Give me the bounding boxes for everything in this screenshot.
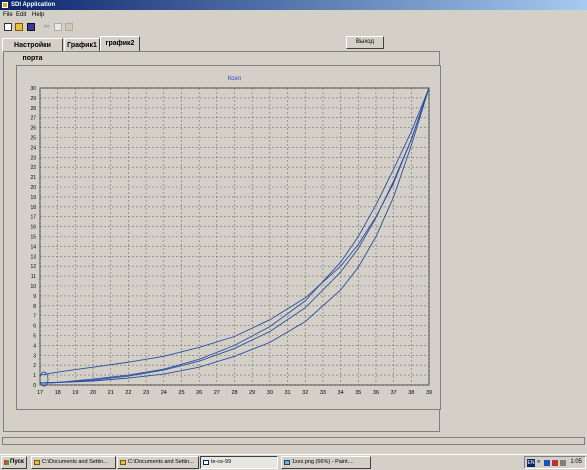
y-tick-label: 12	[30, 264, 36, 270]
y-tick-label: 14	[30, 244, 36, 250]
y-tick-label: 5	[33, 334, 36, 340]
y-tick-label: 17	[30, 215, 36, 221]
status-bar	[2, 437, 585, 445]
tray-expand-icon[interactable]: «	[537, 457, 540, 468]
y-tick-label: 9	[33, 294, 36, 300]
title-bar: SDI Application	[0, 0, 587, 10]
start-label: Пуск	[10, 459, 24, 465]
menu-edit[interactable]: Edit	[16, 10, 26, 20]
clock: 1:05	[570, 459, 582, 465]
new-icon[interactable]	[4, 23, 12, 31]
y-tick-label: 3	[33, 353, 36, 359]
paint-icon	[284, 460, 290, 465]
x-tick-label: 24	[161, 390, 167, 396]
y-tick-label: 28	[30, 106, 36, 112]
exit-button[interactable]: Выход	[346, 36, 384, 49]
language-indicator[interactable]: EN	[527, 459, 535, 467]
y-tick-label: 8	[33, 304, 36, 310]
tab-graph2[interactable]: график2	[100, 36, 140, 52]
x-tick-label: 25	[178, 390, 184, 396]
app-icon	[2, 2, 8, 8]
cut-icon[interactable]: ✂	[43, 23, 51, 31]
y-tick-label: 2	[33, 363, 36, 369]
y-tick-label: 11	[31, 274, 36, 280]
taskbar: Пуск C:\Documents and Settin... C:\Docum…	[0, 454, 587, 470]
paste-icon[interactable]	[65, 23, 73, 31]
y-tick-label: 18	[30, 205, 36, 211]
y-tick-label: 29	[30, 96, 36, 102]
x-tick-label: 38	[408, 390, 414, 396]
chart-title: Ксил	[228, 76, 242, 82]
x-tick-label: 28	[231, 390, 237, 396]
menu-file[interactable]: File	[3, 10, 13, 20]
x-tick-label: 31	[284, 390, 290, 396]
x-tick-label: 34	[338, 390, 344, 396]
open-icon[interactable]	[15, 23, 23, 31]
tab-port-settings[interactable]: Настройки порта	[2, 38, 63, 62]
x-tick-label: 21	[108, 390, 114, 396]
y-tick-label: 10	[30, 284, 36, 290]
y-tick-label: 23	[30, 155, 36, 161]
task-label: te-ce-99	[211, 459, 232, 465]
x-tick-label: 23	[143, 390, 149, 396]
y-tick-label: 0	[33, 383, 36, 389]
task-label: C:\Documents and Settin...	[128, 459, 194, 465]
task-paint[interactable]: 1ххх.png (66%) - Paint....	[281, 456, 371, 469]
toolbar: ✂	[0, 20, 587, 34]
x-tick-label: 37	[391, 390, 397, 396]
volume-icon[interactable]	[560, 460, 566, 466]
x-tick-label: 39	[426, 390, 432, 396]
task-label: 1ххх.png (66%) - Paint....	[292, 459, 354, 465]
task-label: C:\Documents and Settin...	[42, 459, 108, 465]
x-tick-label: 33	[320, 390, 326, 396]
menu-bar: File Edit Help	[0, 10, 587, 20]
task-explorer-1[interactable]: C:\Documents and Settin...	[31, 456, 116, 469]
folder-icon	[34, 460, 40, 465]
y-tick-label: 16	[30, 225, 36, 231]
folder-icon	[120, 460, 126, 465]
x-tick-label: 17	[37, 390, 43, 396]
tab-graph1[interactable]: График1	[64, 38, 100, 52]
y-tick-label: 25	[30, 136, 36, 142]
y-tick-label: 1	[33, 373, 36, 379]
x-tick-label: 22	[125, 390, 131, 396]
chart-svg: Ксил17 18 19 20 21 22 23 24 25 26 27 28 29 30 31 32 33 34…	[30, 76, 432, 396]
y-tick-label: 15	[30, 235, 36, 241]
y-tick-label: 26	[30, 126, 36, 132]
network-icon[interactable]	[544, 460, 550, 466]
x-tick-label: 27	[214, 390, 220, 396]
y-tick-label: 13	[30, 254, 36, 260]
x-tick-label: 36	[373, 390, 379, 396]
start-button[interactable]: Пуск	[1, 456, 27, 469]
x-tick-label: 29	[249, 390, 255, 396]
x-tick-label: 32	[302, 390, 308, 396]
y-tick-label: 19	[30, 195, 36, 201]
y-tick-label: 7	[33, 314, 36, 320]
copy-icon[interactable]	[54, 23, 62, 31]
x-tick-label: 30	[267, 390, 273, 396]
x-tick-label: 35	[355, 390, 361, 396]
x-tick-label: 26	[196, 390, 202, 396]
x-tick-label: 20	[90, 390, 96, 396]
task-explorer-2[interactable]: C:\Documents and Settin...	[117, 456, 199, 469]
y-tick-label: 27	[30, 116, 36, 122]
y-tick-label: 20	[30, 185, 36, 191]
system-tray: EN « 1:05	[524, 456, 586, 469]
window-title: SDI Application	[11, 2, 56, 8]
app-task-icon	[203, 460, 209, 465]
windows-flag-icon	[4, 460, 9, 465]
security-icon[interactable]	[552, 460, 558, 466]
task-app[interactable]: te-ce-99	[200, 456, 278, 469]
y-tick-label: 22	[30, 165, 36, 171]
y-tick-label: 6	[33, 324, 36, 330]
y-tick-label: 24	[30, 145, 36, 151]
menu-help[interactable]: Help	[32, 10, 44, 20]
y-tick-label: 21	[30, 175, 36, 181]
chart-frame: Ксил 17 18 19 20 21 22 23 24 25 26 27 28 29 30 31 32 33 34…	[16, 65, 441, 410]
y-tick-label: 4	[33, 343, 36, 349]
x-tick-label: 18	[55, 390, 61, 396]
save-icon[interactable]	[27, 23, 35, 31]
x-tick-label: 19	[72, 390, 78, 396]
y-tick-label: 30	[30, 86, 36, 92]
